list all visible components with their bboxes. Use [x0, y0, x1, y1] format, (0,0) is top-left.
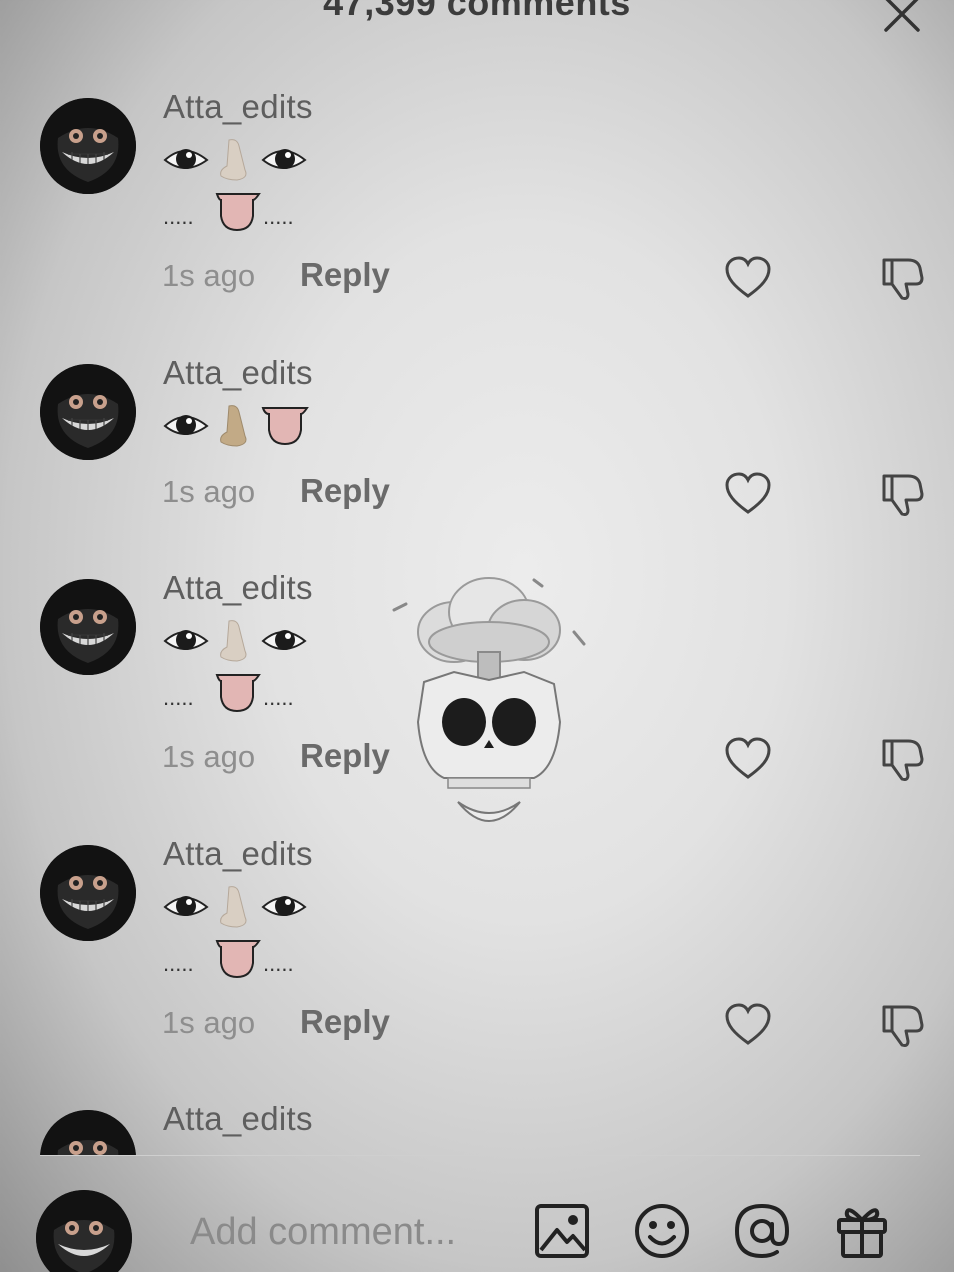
skull [416, 670, 562, 822]
comment-composer [0, 1156, 954, 1272]
gift-button[interactable] [833, 1202, 891, 1260]
image-button[interactable] [533, 1202, 591, 1260]
emoji-button[interactable] [633, 1202, 691, 1260]
exploding-skull-sticker [384, 572, 594, 842]
avatar[interactable] [36, 1190, 132, 1272]
image-icon [535, 1204, 589, 1258]
comment-username[interactable]: Atta_edits [163, 1100, 313, 1138]
mention-button[interactable] [733, 1202, 791, 1260]
avatar[interactable] [40, 1110, 136, 1155]
gift-icon [837, 1208, 887, 1258]
emoji-icon [635, 1204, 689, 1258]
comment-input[interactable] [190, 1206, 510, 1258]
trollface-avatar-image [40, 1110, 136, 1155]
trollface-avatar-image [36, 1190, 132, 1272]
mention-icon [734, 1203, 790, 1259]
mushroom-cloud [417, 577, 561, 683]
